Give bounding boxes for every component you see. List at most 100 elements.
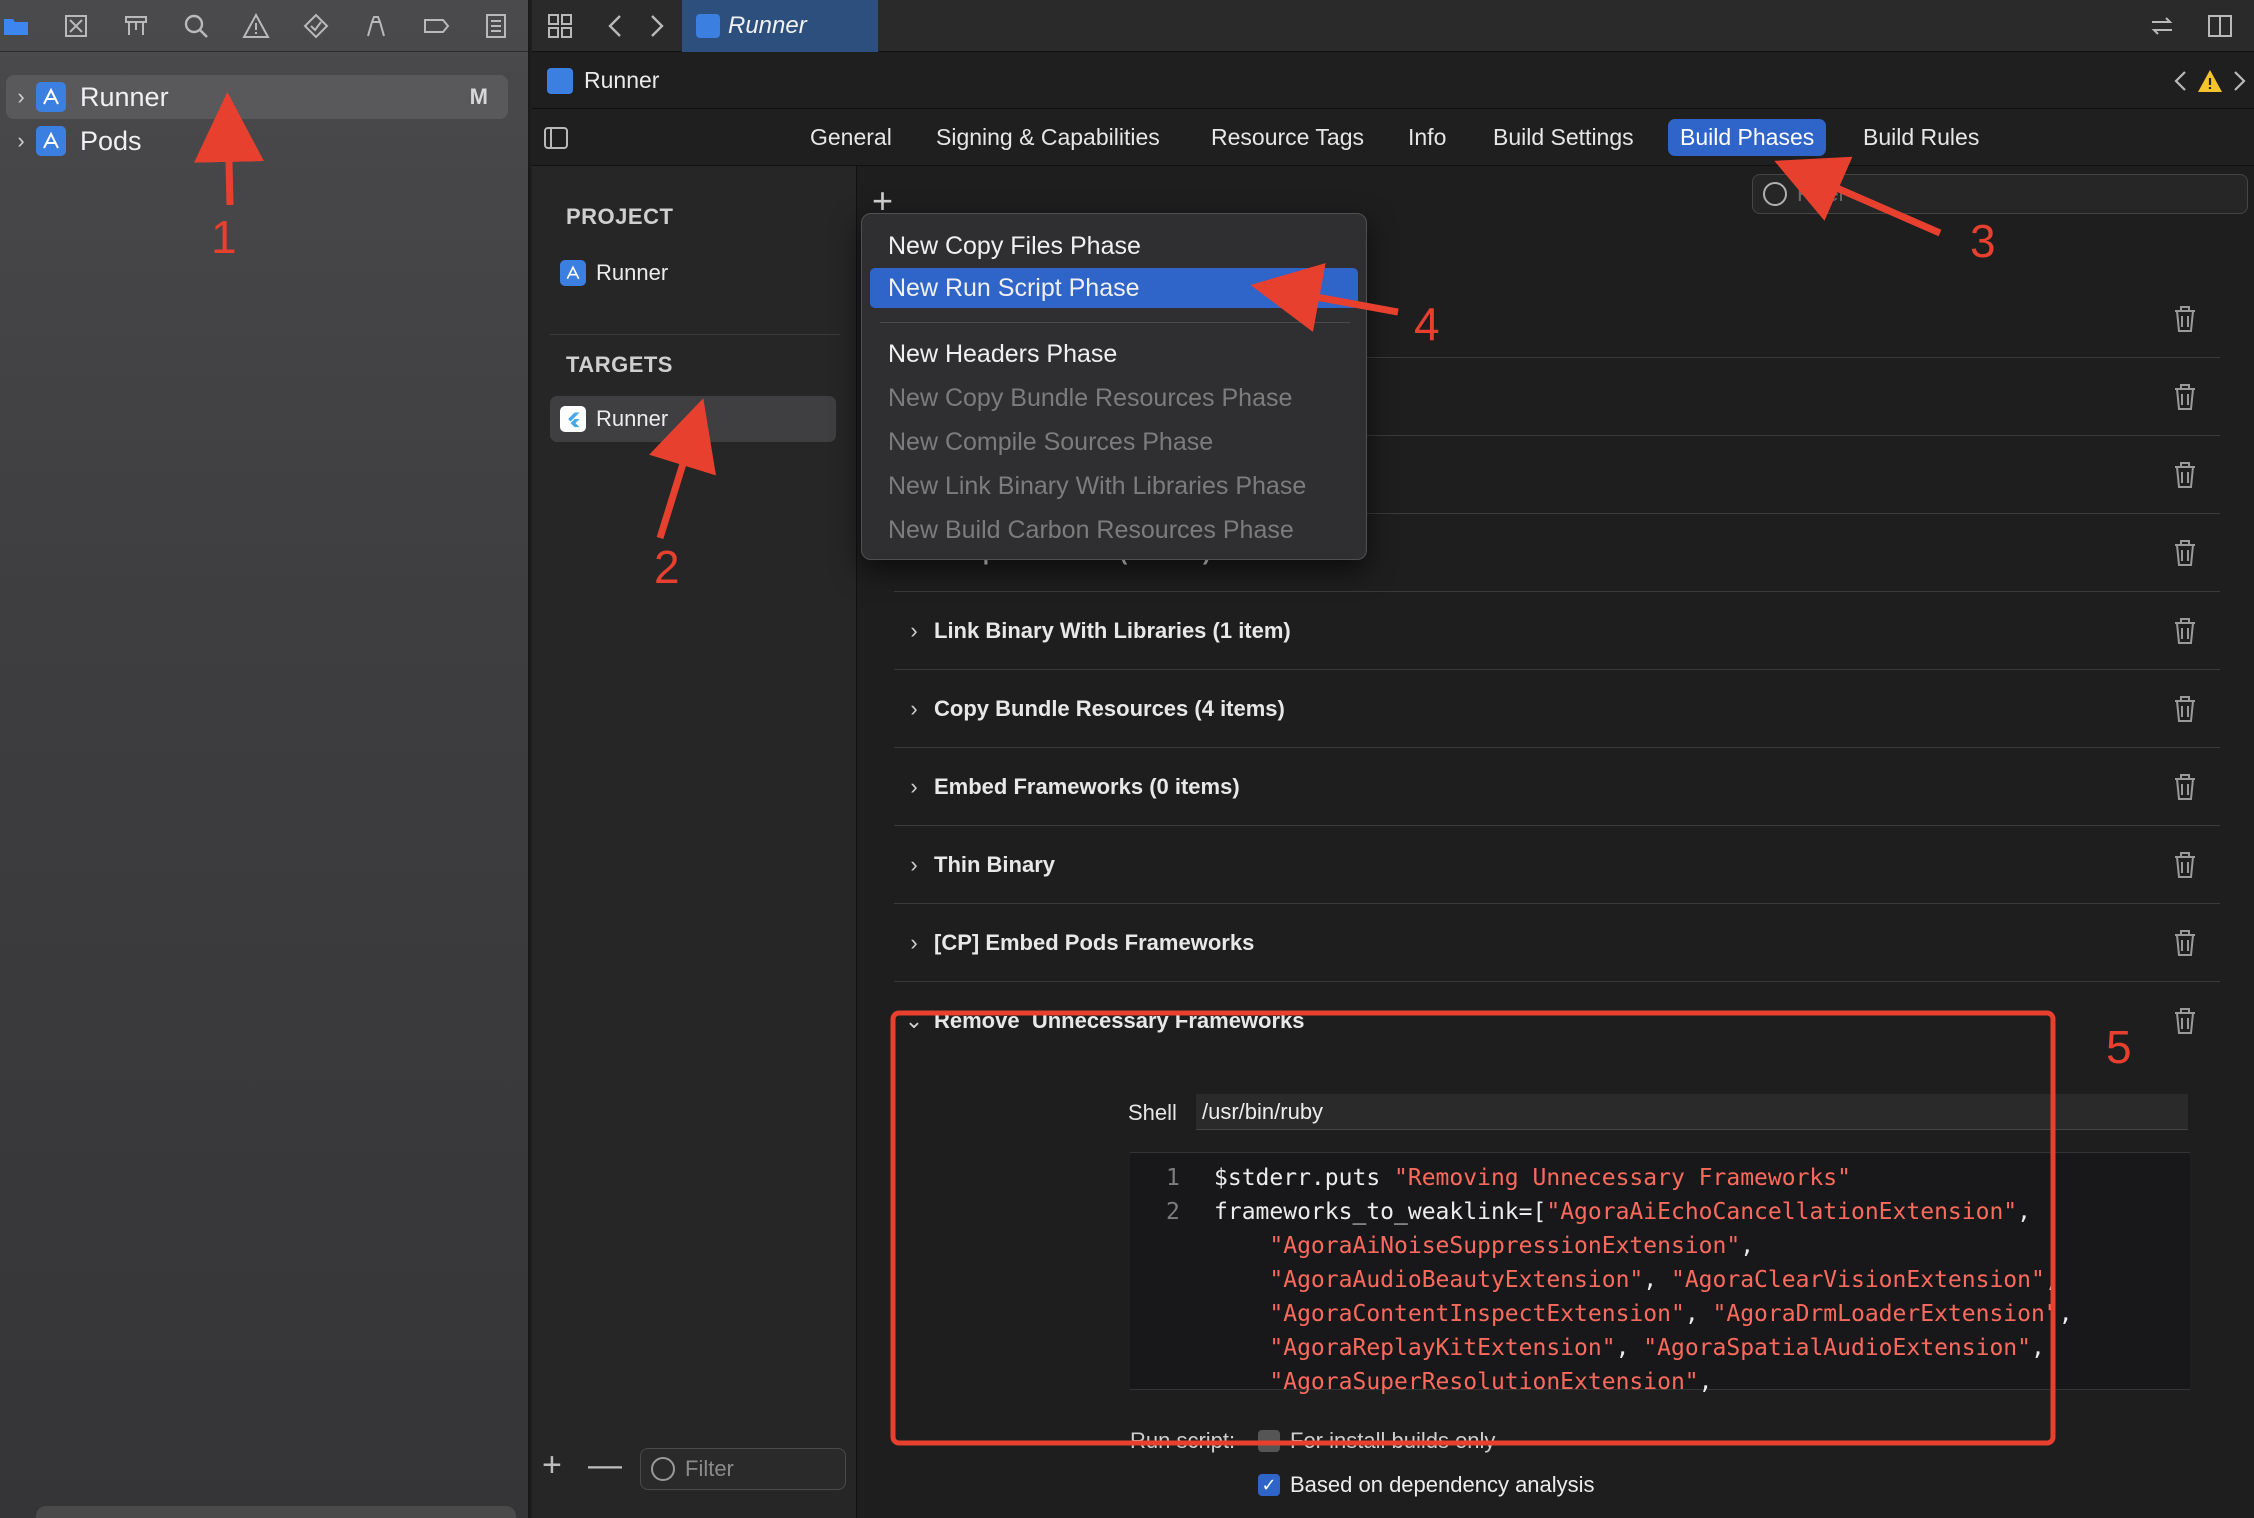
navigator-item-label: Runner [80,81,169,112]
code-token: , [2044,1267,2059,1293]
phase-embed-frameworks[interactable]: › Embed Frameworks (0 items) [894,748,2220,826]
trash-icon[interactable] [2172,304,2198,334]
trash-icon[interactable] [2172,694,2198,724]
dependency-analysis-checkbox[interactable]: ✓ Based on dependency analysis [1258,1472,1595,1498]
remove-target-button[interactable]: — [588,1446,622,1485]
trash-icon[interactable] [2172,772,2198,802]
target-item-runner[interactable]: Runner [550,396,836,442]
chevron-right-icon[interactable]: › [894,774,934,800]
settings-tab-bar: General Signing & Capabilities Resource … [532,110,2254,166]
back-chevron-icon[interactable] [602,12,630,40]
breadcrumb-project[interactable]: Runner [584,67,659,94]
folder-icon[interactable] [2,12,30,40]
project-item-runner[interactable]: Runner [550,250,836,296]
phase-copy-bundle-resources[interactable]: › Copy Bundle Resources (4 items) [894,670,2220,748]
phase-link-binary[interactable]: › Link Binary With Libraries (1 item) [894,592,2220,670]
trash-icon[interactable] [2172,460,2198,490]
chevron-right-icon[interactable]: › [6,128,36,154]
shell-field[interactable]: /usr/bin/ruby [1196,1094,2188,1130]
checkbox-unchecked[interactable] [1258,1430,1280,1452]
navigator-item-runner[interactable]: › Runner M [6,75,508,119]
tab-build-phases[interactable]: Build Phases [1668,119,1827,156]
chevron-right-icon[interactable]: › [894,852,934,878]
tab-build-rules[interactable]: Build Rules [1863,124,1979,151]
navigator-item-pods[interactable]: › Pods [6,119,508,163]
menu-item-new-copy-files-phase[interactable]: New Copy Files Phase [870,226,1358,266]
warning-icon[interactable] [2196,67,2224,95]
add-phase-menu: New Copy Files Phase New Run Script Phas… [861,213,1367,560]
string-literal: "AgoraAiNoiseSuppressionExtension" [1269,1233,1741,1259]
trash-icon[interactable] [2172,850,2198,880]
tab-resource-tags[interactable]: Resource Tags [1211,124,1364,151]
code-token: frameworks_to_weaklink=[ [1214,1199,1547,1225]
tab-signing-capabilities[interactable]: Signing & Capabilities [936,124,1160,151]
trash-icon[interactable] [2172,1006,2198,1036]
add-target-button[interactable]: + [542,1446,562,1485]
phase-remove-unnecessary-frameworks[interactable]: ⌄ Remove Unnecessary Frameworks [894,982,2220,1060]
targets-filter-field[interactable]: Filter [640,1448,846,1490]
trash-icon[interactable] [2172,382,2198,412]
code-token: , [2058,1301,2073,1327]
chevron-right-icon[interactable]: › [894,696,934,722]
phase-name: Thin Binary [934,851,1056,877]
phase-thin-binary[interactable]: › Thin Binary [894,826,2220,904]
symbol-navigator-icon[interactable] [122,12,150,40]
trash-icon[interactable] [2172,616,2198,646]
string-literal: "Removing Unnecessary Frameworks" [1394,1165,1851,1191]
tab-build-settings[interactable]: Build Settings [1493,124,1634,151]
dependency-label: Based on dependency analysis [1290,1472,1595,1497]
annotation-number-5: 5 [2106,1021,2132,1073]
phase-name: Copy Bundle Resources (4 items) [934,695,1285,721]
navigator-filter-field[interactable] [36,1506,516,1518]
previous-issue-icon[interactable] [2168,67,2196,95]
tab-info[interactable]: Info [1408,124,1446,151]
swap-arrows-icon[interactable] [2148,12,2176,40]
project-navigator: › Runner M › Pods [0,0,530,1518]
tab-label: Runner [728,12,807,39]
source-control-icon[interactable] [62,12,90,40]
phase-name: Link Binary With Libraries (1 item) [934,617,1291,643]
grid-icon[interactable] [546,12,574,40]
targets-section-header: TARGETS [566,352,673,377]
forward-chevron-icon[interactable] [642,12,670,40]
code-token: , [1684,1301,1713,1327]
menu-item-new-run-script-phase[interactable]: New Run Script Phase [870,268,1358,308]
string-literal: "AgoraContentInspectExtension" [1269,1301,1685,1327]
menu-item-new-link-binary-phase: New Link Binary With Libraries Phase [888,471,1307,500]
test-navigator-icon[interactable] [302,12,330,40]
sidebar-toggle-icon[interactable] [542,124,570,152]
tab-runner[interactable]: Runner [682,0,878,52]
warning-icon[interactable] [242,12,270,40]
navigator-item-label: Pods [80,125,142,156]
chevron-right-icon[interactable]: › [894,618,934,644]
chevron-right-icon[interactable]: › [894,930,934,956]
install-builds-checkbox[interactable]: For install builds only [1258,1428,1495,1454]
phases-filter-field[interactable]: Filter [1752,174,2248,214]
script-editor[interactable]: 1 $stderr.puts "Removing Unnecessary Fram… [1130,1152,2190,1395]
phase-name: Embed Frameworks (0 items) [934,773,1240,799]
code-text: frameworks_to_weaklink=["AgoraAiEchoCanc… [1214,1199,2031,1225]
search-icon[interactable] [182,12,210,40]
menu-item-new-copy-bundle-resources-phase: New Copy Bundle Resources Phase [888,383,1293,412]
add-editor-icon[interactable] [2206,12,2234,40]
string-literal: "AgoraSuperResolutionExtension" [1269,1369,1699,1395]
chevron-down-icon[interactable]: ⌄ [894,1008,934,1034]
menu-item-new-headers-phase[interactable]: New Headers Phase [870,334,1358,374]
next-issue-icon[interactable] [2224,67,2252,95]
chevron-right-icon[interactable]: › [6,84,36,110]
xcode-project-icon [547,68,573,94]
checkmark-icon[interactable]: ✓ [1258,1474,1280,1496]
code-token: $stderr.puts [1214,1165,1395,1191]
trash-icon[interactable] [2172,928,2198,958]
filter-icon [651,1457,675,1481]
trash-icon[interactable] [2172,538,2198,568]
phase-embed-pods-frameworks[interactable]: › [CP] Embed Pods Frameworks [894,904,2220,982]
breakpoint-navigator-icon[interactable] [422,12,450,40]
install-builds-label: For install builds only [1290,1428,1496,1453]
tab-general[interactable]: General [810,124,892,151]
report-navigator-icon[interactable] [482,12,510,40]
debug-navigator-icon[interactable] [362,12,390,40]
annotation-number-1: 1 [211,211,237,263]
